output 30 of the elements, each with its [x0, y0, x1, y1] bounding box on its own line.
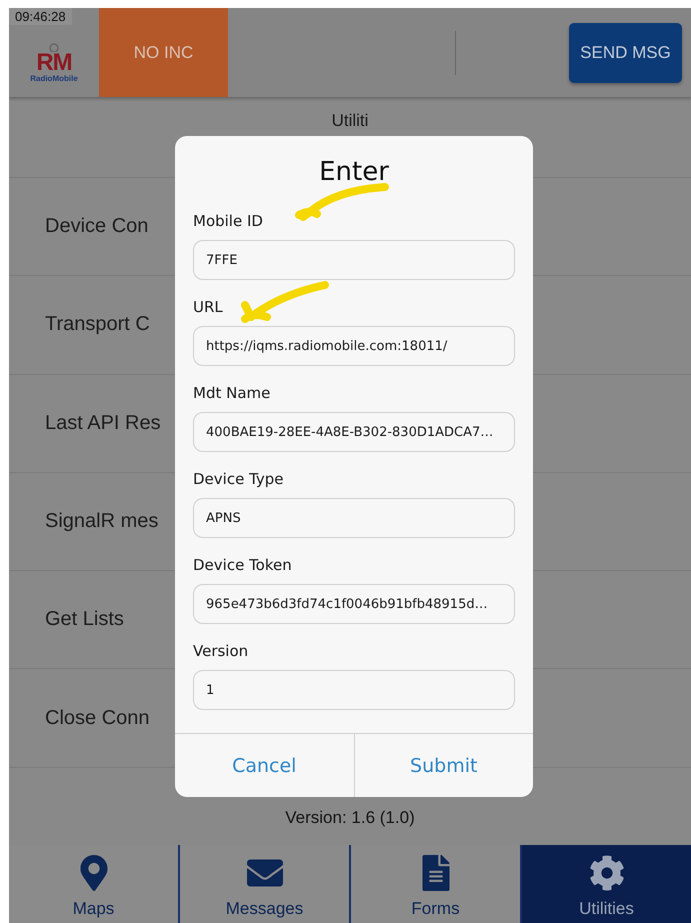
input-field[interactable]: APNS — [193, 498, 515, 538]
field-label: Device Type — [193, 469, 284, 489]
settings-icon — [588, 854, 624, 891]
field-label: Mobile ID — [193, 211, 263, 231]
input-field[interactable]: 400BAE19-28EE-4A8E-B302-830D1ADCA7… — [193, 412, 515, 452]
tab[interactable]: Utilities — [520, 844, 691, 923]
incident-status: NO INC — [99, 8, 228, 97]
menu-item[interactable]: Last API Res — [45, 412, 161, 435]
field-label: Device Token — [193, 555, 292, 575]
input-field[interactable]: 1 — [193, 670, 515, 710]
menu-item[interactable]: Transport C — [45, 313, 150, 336]
menu-item[interactable]: Device Con — [45, 215, 148, 238]
page-title: Utiliti — [332, 111, 368, 131]
input-field[interactable]: 7FFE — [193, 240, 515, 280]
input-field[interactable]: https://iqms.radiomobile.com:18011/ — [193, 326, 515, 366]
cancel-button[interactable]: Cancel — [175, 734, 354, 797]
field-label: Version — [193, 641, 248, 661]
logo-letters: RM — [36, 52, 72, 74]
submit-button[interactable]: Submit — [354, 734, 533, 797]
menu-item[interactable]: Get Lists — [45, 608, 124, 632]
field-label: Mdt Name — [193, 383, 270, 403]
field-label: URL — [193, 297, 223, 317]
menu-item[interactable]: Close Conn — [45, 706, 150, 730]
menu-item[interactable]: SignalR mes — [45, 510, 158, 534]
status-time: 09:46:28 — [9, 8, 72, 25]
dialog-title: Enter — [319, 156, 389, 189]
send-message-button[interactable]: SEND MSG — [569, 22, 682, 82]
version-text: Version: 1.6 (1.0) — [285, 808, 415, 828]
logo-name: RadioMobile — [30, 74, 78, 83]
input-field[interactable]: 965e473b6d3fd74c1f0046b91bfb48915d… — [193, 584, 515, 624]
